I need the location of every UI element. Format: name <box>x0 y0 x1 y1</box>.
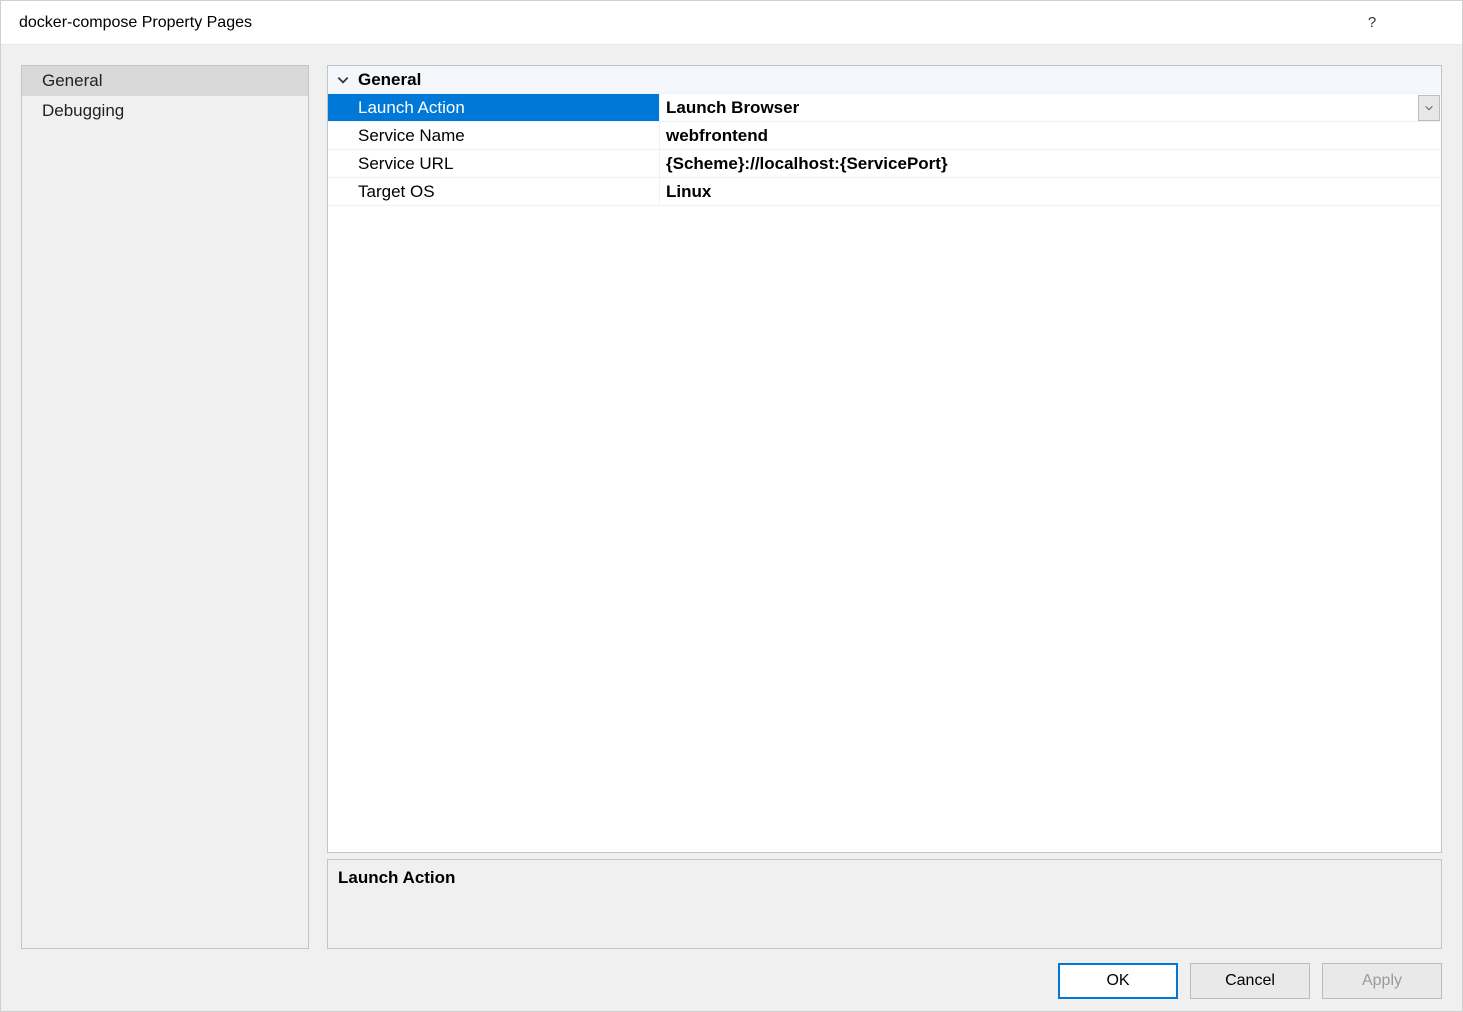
ok-button[interactable]: OK <box>1058 963 1178 999</box>
sidebar-item-debugging[interactable]: Debugging <box>22 96 308 126</box>
category-header[interactable]: General <box>328 66 1441 94</box>
sidebar-item-general[interactable]: General <box>22 66 308 96</box>
property-row-target-os[interactable]: Target OS Linux <box>328 178 1441 206</box>
property-label: Service Name <box>328 122 660 149</box>
help-button[interactable]: ? <box>1342 1 1402 44</box>
sidebar-item-label: General <box>42 71 102 90</box>
sidebar: General Debugging <box>21 65 309 949</box>
titlebar: docker-compose Property Pages ? <box>1 1 1462 45</box>
property-label: Target OS <box>328 178 660 205</box>
apply-button[interactable]: Apply <box>1322 963 1442 999</box>
description-panel: Launch Action <box>327 859 1442 949</box>
main-pane: General Debugging General Launch Action <box>21 65 1442 949</box>
content-area: General Debugging General Launch Action <box>1 45 1462 1011</box>
property-grid: General Launch Action Launch Browser Ser… <box>327 65 1442 853</box>
category-title: General <box>358 70 421 90</box>
dropdown-button[interactable] <box>1418 95 1440 121</box>
property-value[interactable]: {Scheme}://localhost:{ServicePort} <box>660 150 1441 177</box>
property-label: Service URL <box>328 150 660 177</box>
titlebar-controls: ? <box>1342 1 1462 44</box>
right-pane: General Launch Action Launch Browser Ser… <box>327 65 1442 949</box>
property-label: Launch Action <box>328 94 660 121</box>
property-value[interactable]: webfrontend <box>660 122 1441 149</box>
description-title: Launch Action <box>338 868 1431 888</box>
property-value[interactable]: Launch Browser <box>660 94 1441 121</box>
cancel-button[interactable]: Cancel <box>1190 963 1310 999</box>
property-row-launch-action[interactable]: Launch Action Launch Browser <box>328 94 1441 122</box>
dialog-button-row: OK Cancel Apply <box>21 949 1442 999</box>
close-button[interactable] <box>1402 1 1462 44</box>
property-value[interactable]: Linux <box>660 178 1441 205</box>
dialog-window: docker-compose Property Pages ? General … <box>0 0 1463 1012</box>
sidebar-item-label: Debugging <box>42 101 124 120</box>
property-row-service-url[interactable]: Service URL {Scheme}://localhost:{Servic… <box>328 150 1441 178</box>
chevron-down-icon <box>1424 100 1434 117</box>
property-row-service-name[interactable]: Service Name webfrontend <box>328 122 1441 150</box>
chevron-down-icon[interactable] <box>334 71 352 89</box>
window-title: docker-compose Property Pages <box>19 14 252 32</box>
help-icon: ? <box>1368 14 1376 31</box>
